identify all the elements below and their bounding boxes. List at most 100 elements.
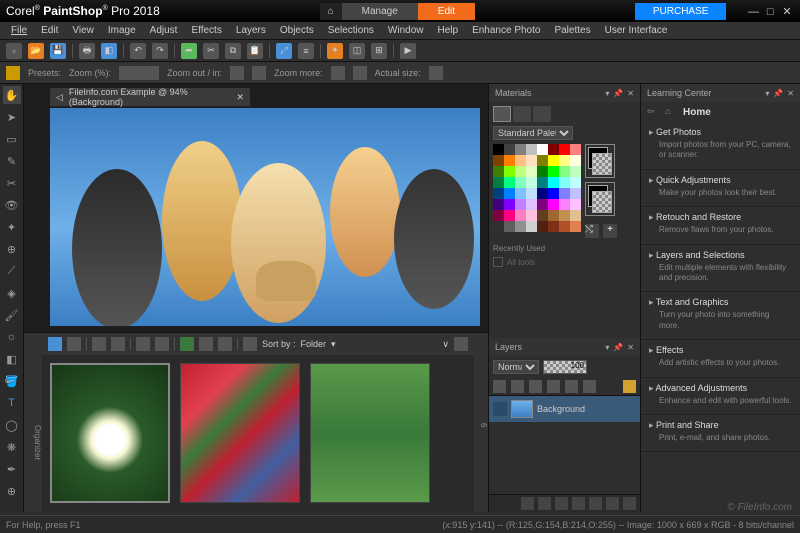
swatch[interactable] [570, 177, 581, 188]
link-icon[interactable] [583, 380, 596, 393]
cut-icon[interactable]: ✂ [203, 43, 219, 59]
layer-row[interactable]: Background [489, 396, 640, 422]
swatch[interactable] [493, 199, 504, 210]
alltools-checkbox[interactable] [493, 257, 503, 267]
org-nav-icon[interactable] [48, 337, 62, 351]
swatch[interactable] [493, 177, 504, 188]
swatch[interactable] [570, 166, 581, 177]
selection-tool[interactable]: ▭ [3, 130, 21, 148]
lc-item-4[interactable]: Text and GraphicsTurn your photo into so… [641, 292, 800, 340]
print-icon[interactable]: 🖶 [79, 43, 95, 59]
swatch[interactable] [559, 188, 570, 199]
ls-icon-4[interactable] [572, 497, 585, 510]
swatch[interactable] [515, 221, 526, 232]
pan-tool[interactable]: ✋ [3, 86, 21, 104]
swatch[interactable] [548, 210, 559, 221]
swatch[interactable] [504, 210, 515, 221]
swatch[interactable] [548, 177, 559, 188]
mat-tab-swatches[interactable] [493, 106, 511, 122]
blend-mode-select[interactable]: Normal [493, 360, 539, 374]
document-tab[interactable]: ◁FileInfo.com Example @ 94% (Background)… [50, 88, 250, 106]
ls-icon-7[interactable] [623, 497, 636, 510]
redo-icon[interactable]: ↷ [152, 43, 168, 59]
deform-tool[interactable]: ◈ [3, 284, 21, 302]
sort-value[interactable]: Folder [301, 339, 327, 349]
layers-close-icon[interactable]: ✕ [627, 343, 634, 352]
clone-tool[interactable]: ⊕ [3, 240, 21, 258]
swatch[interactable] [504, 155, 515, 166]
layers-menu-icon[interactable]: ▾ [605, 343, 609, 352]
menu-selections[interactable]: Selections [321, 23, 381, 38]
swatch[interactable] [493, 155, 504, 166]
pen-tool[interactable]: ✒ [3, 460, 21, 478]
red-eye-tool[interactable]: 👁 [3, 196, 21, 214]
swatch[interactable] [559, 199, 570, 210]
org-rotate-l-icon[interactable] [136, 337, 150, 351]
swatch[interactable] [559, 177, 570, 188]
smart-selection-tool[interactable]: ⊕ [3, 482, 21, 500]
instant-effects-icon[interactable]: ✦ [327, 43, 343, 59]
text-tool[interactable]: T [3, 394, 21, 412]
zoom-more-icon[interactable] [353, 66, 367, 80]
purchase-button[interactable]: PURCHASE [635, 3, 727, 20]
org-tag-icon[interactable] [218, 337, 232, 351]
swatch[interactable] [537, 166, 548, 177]
ls-icon-6[interactable] [606, 497, 619, 510]
swatch[interactable] [548, 144, 559, 155]
home-tab-icon[interactable]: ⌂ [320, 3, 342, 20]
swatch[interactable] [570, 199, 581, 210]
swatch[interactable] [526, 155, 537, 166]
menu-edit[interactable]: Edit [34, 23, 65, 38]
swatch[interactable] [537, 210, 548, 221]
visibility-icon[interactable] [493, 402, 507, 416]
menu-user-interface[interactable]: User Interface [598, 23, 675, 38]
thumbnail-1[interactable] [50, 363, 170, 503]
zoom-field[interactable] [119, 66, 159, 80]
org-delete-icon[interactable] [199, 337, 213, 351]
menu-enhance-photo[interactable]: Enhance Photo [465, 23, 547, 38]
swatch[interactable] [493, 144, 504, 155]
lc-item-1[interactable]: Quick AdjustmentsMake your photos look t… [641, 170, 800, 207]
dropper-tool[interactable]: ✎ [3, 152, 21, 170]
eraser-tool[interactable]: ◧ [3, 350, 21, 368]
swap-icon[interactable]: ⤭ [585, 224, 599, 238]
menu-objects[interactable]: Objects [273, 23, 321, 38]
swatch[interactable] [526, 166, 537, 177]
ls-icon-3[interactable] [555, 497, 568, 510]
menu-view[interactable]: View [65, 23, 101, 38]
crop-icon[interactable]: ◫ [349, 43, 365, 59]
brush-tool[interactable]: 🖌 [3, 306, 21, 324]
swatch[interactable] [526, 210, 537, 221]
edit-tab[interactable]: Edit [418, 3, 475, 20]
org-list-icon[interactable] [67, 337, 81, 351]
new-layer-icon[interactable] [493, 380, 506, 393]
materials-menu-icon[interactable]: ▾ [605, 89, 609, 98]
ls-icon-2[interactable] [538, 497, 551, 510]
swatch[interactable] [570, 144, 581, 155]
share-icon[interactable]: ➦ [181, 43, 197, 59]
new-icon[interactable]: ▫ [6, 43, 22, 59]
swatch[interactable] [526, 177, 537, 188]
swatch[interactable] [515, 199, 526, 210]
lc-menu-icon[interactable]: ▾ [765, 89, 769, 98]
menu-layers[interactable]: Layers [229, 23, 273, 38]
swatch[interactable] [504, 144, 515, 155]
swatch[interactable] [493, 188, 504, 199]
lc-item-3[interactable]: Layers and SelectionsEdit multiple eleme… [641, 245, 800, 293]
swatch[interactable] [570, 188, 581, 199]
swatch[interactable] [493, 166, 504, 177]
swatch[interactable] [559, 210, 570, 221]
swatch[interactable] [537, 188, 548, 199]
shape-tool[interactable]: ◯ [3, 416, 21, 434]
org-rotate-r-icon[interactable] [155, 337, 169, 351]
swatch[interactable] [548, 199, 559, 210]
lc-item-7[interactable]: Print and SharePrint, e-mail, and share … [641, 415, 800, 452]
swatch[interactable] [548, 155, 559, 166]
canvas[interactable] [50, 108, 480, 326]
batch-icon[interactable]: ⊞ [371, 43, 387, 59]
launch-icon[interactable]: ▶ [400, 43, 416, 59]
straighten-tool[interactable]: ⟋ [3, 262, 21, 280]
swatch[interactable] [537, 144, 548, 155]
org-search-icon[interactable] [454, 337, 468, 351]
lc-item-6[interactable]: Advanced AdjustmentsEnhance and edit wit… [641, 378, 800, 415]
